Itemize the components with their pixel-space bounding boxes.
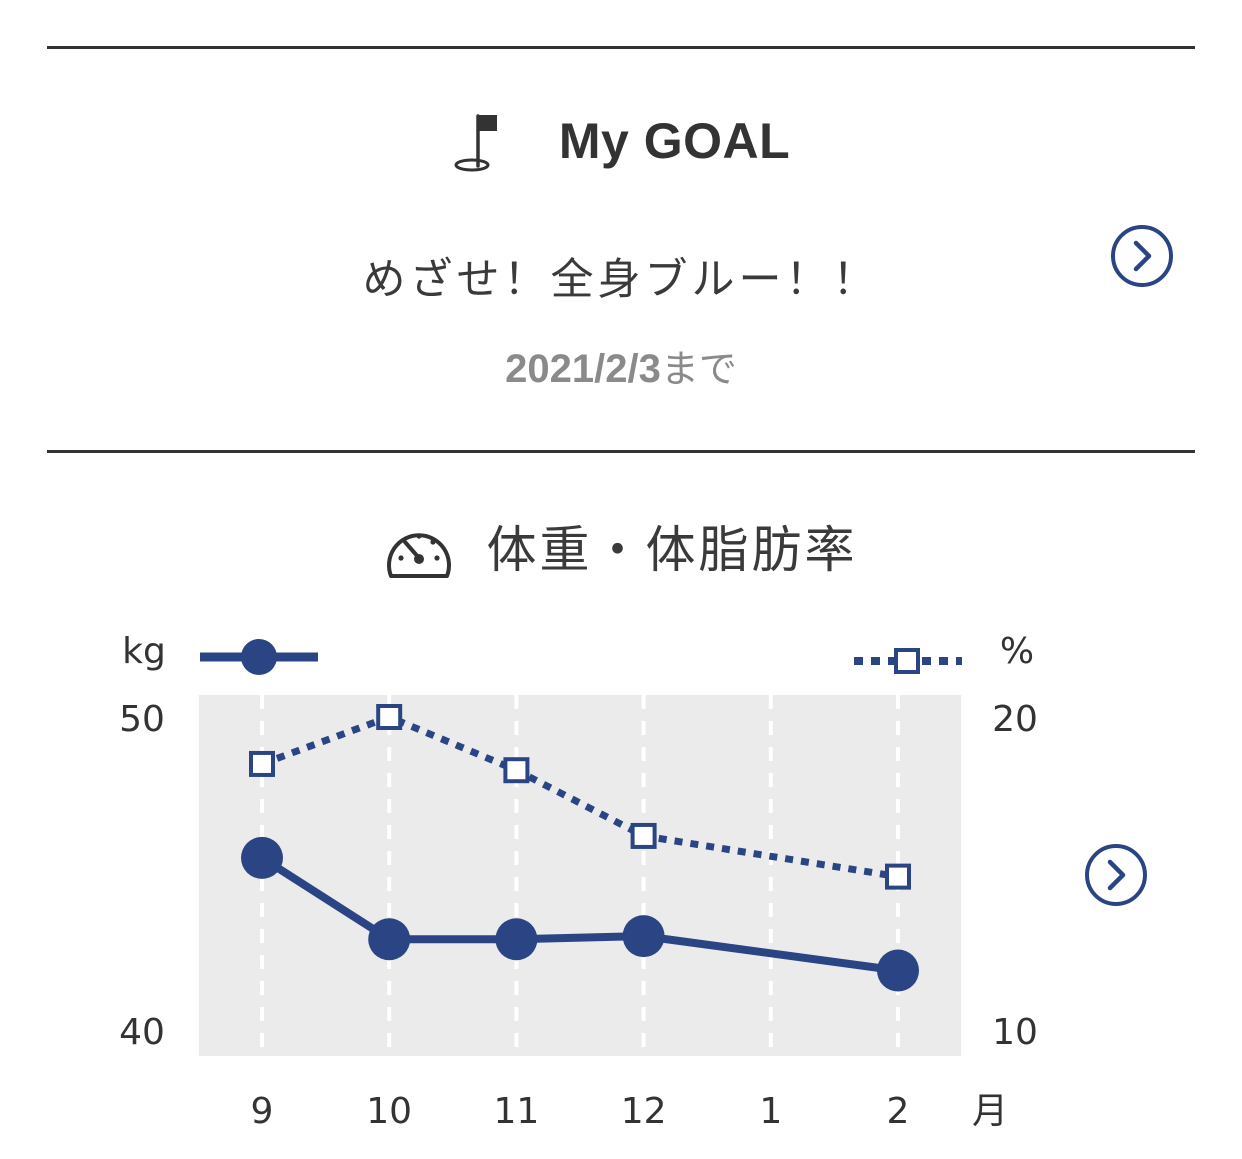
legend-bodyfat-marker <box>894 648 920 674</box>
flag-icon <box>454 114 497 172</box>
bodyfat-point <box>376 704 403 730</box>
left-axis-unit: kg <box>122 631 166 672</box>
x-axis-unit: 月 <box>972 1091 1008 1132</box>
goal-title: My GOAL <box>558 113 791 169</box>
right-tick-label: 10 <box>992 1012 1038 1053</box>
left-tick-label: 50 <box>119 699 165 740</box>
goal-detail-button[interactable] <box>1110 224 1174 288</box>
weight-point <box>877 949 919 992</box>
bodyfat-point <box>885 863 911 890</box>
x-tick-label: 1 <box>759 1091 782 1132</box>
weight-bodyfat-chart: kg %504020109 10 11 12 1 2 月 <box>119 631 1038 1132</box>
section-divider <box>47 450 1195 453</box>
top-divider <box>47 46 1195 49</box>
chevron-right-icon <box>1107 859 1126 891</box>
goal-deadline: 2021/2/3まで <box>0 338 1242 393</box>
goal-deadline-date: 2021/2/3 <box>505 347 661 391</box>
x-tick-label: 10 <box>366 1091 412 1132</box>
bodyfat-point <box>249 750 275 777</box>
weight-point <box>622 915 665 958</box>
goal-text: めざせ！全身ブルー！！ <box>362 255 880 305</box>
right-axis-unit: % <box>1000 631 1034 672</box>
bodyfat-point <box>630 822 657 849</box>
x-tick-label: 9 <box>251 1091 274 1132</box>
bodyfat-point <box>503 757 530 784</box>
weight-section-title: 体重・体脂肪率 <box>486 521 858 579</box>
chevron-right-icon <box>1133 240 1152 272</box>
x-tick-label: 11 <box>493 1091 539 1132</box>
chart-detail-button[interactable] <box>1084 843 1148 907</box>
weight-point <box>495 918 538 961</box>
weight-heading: 体重・体脂肪率 <box>0 510 1242 582</box>
weight-point <box>368 918 411 961</box>
legend-weight-marker <box>241 639 277 675</box>
x-tick-label: 12 <box>621 1091 667 1132</box>
goal-deadline-suffix: まで <box>660 347 737 391</box>
weight-point <box>241 836 283 879</box>
right-tick-label: 20 <box>992 699 1038 740</box>
goal-heading: My GOAL <box>0 110 1242 172</box>
left-tick-label: 40 <box>119 1012 165 1053</box>
gauge-icon <box>386 533 451 578</box>
x-tick-label: 2 <box>887 1091 910 1132</box>
plot-area <box>199 695 961 1056</box>
